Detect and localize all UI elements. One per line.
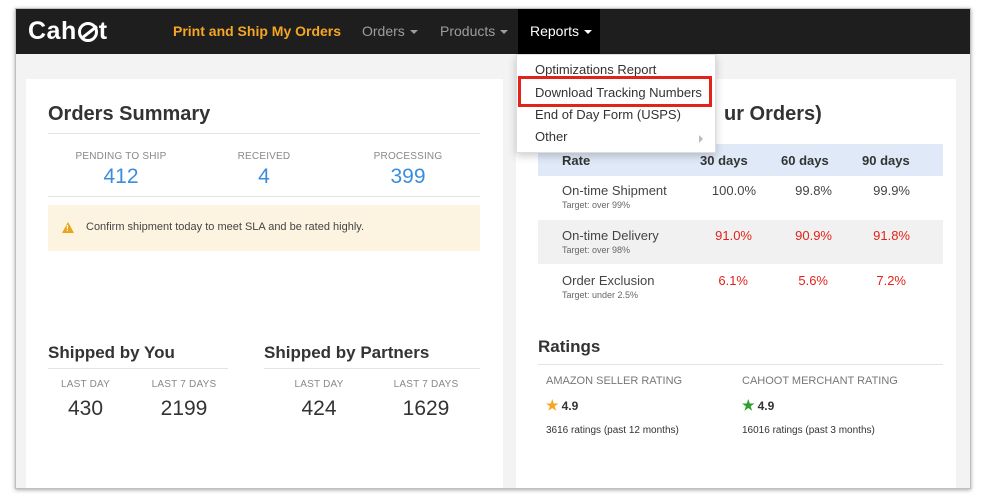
nav-reports[interactable]: Reports [518, 9, 600, 54]
caret-down-icon [500, 30, 509, 35]
stat-value: 424 [301, 397, 337, 420]
divider [48, 133, 480, 134]
stat-value: 399 [390, 165, 426, 188]
amazon-rating-label: AMAZON SELLER RATING [546, 375, 683, 387]
nav-orders-label: Orders [362, 23, 405, 39]
value-cell: 100.0% [711, 183, 756, 198]
value-cell-bad: 6.1% [718, 273, 748, 288]
nav-orders[interactable]: Orders [362, 9, 418, 54]
cahoot-rating-label: CAHOOT MERCHANT RATING [742, 375, 898, 387]
stat-partners-last-day: LAST DAY 424 [279, 379, 359, 421]
value-cell-bad: 5.6% [798, 273, 828, 288]
star-icon: ★ [742, 397, 755, 413]
nav-print-and-ship[interactable]: Print and Ship My Orders [173, 9, 341, 54]
stat-label: LAST 7 DAYS [151, 379, 217, 390]
nav-products[interactable]: Products [440, 9, 509, 54]
caret-down-icon [409, 30, 418, 35]
app-window: Cah t Print and Ship My Orders Orders Pro… [15, 8, 971, 489]
amazon-rating-value: ★ 4.9 [546, 397, 578, 414]
orders-summary-title: Orders Summary [48, 103, 211, 125]
column-header-rate: Rate [562, 153, 591, 168]
column-header-30-days: 30 days [700, 153, 748, 168]
menu-item-end-of-day-form[interactable]: End of Day Form (USPS) [535, 107, 681, 122]
row-target: Target: under 2.5% [562, 290, 639, 300]
divider [48, 196, 480, 197]
value-cell-bad: 90.9% [795, 228, 832, 243]
stat-value: 1629 [402, 397, 450, 420]
stat-label: LAST DAY [294, 379, 344, 390]
stat-value: 4 [258, 165, 270, 188]
sla-alert: ! Confirm shipment today to meet SLA and… [48, 205, 480, 251]
nav-reports-label: Reports [530, 23, 580, 39]
stat-partners-last-7-days: LAST 7 DAYS 1629 [381, 379, 471, 421]
column-header-60-days: 60 days [781, 153, 829, 168]
stat-you-last-day: LAST DAY 430 [48, 379, 123, 421]
cahoot-logo[interactable]: Cah t [28, 15, 108, 47]
orders-summary-card: Orders Summary PENDING TO SHIP 412 RECEI… [26, 79, 503, 488]
divider [48, 368, 228, 369]
value-cell: 99.8% [795, 183, 832, 198]
amazon-rating-count: 3616 ratings (past 12 months) [546, 425, 679, 436]
row-label: On-time Delivery [562, 228, 659, 243]
stat-label: PENDING TO SHIP [75, 151, 167, 162]
stat-label: LAST DAY [60, 379, 111, 390]
star-icon: ★ [546, 397, 559, 413]
cahoot-rating-value: ★ 4.9 [742, 397, 774, 414]
chevron-right-icon [699, 135, 703, 143]
shipped-by-you-title: Shipped by You [48, 343, 175, 362]
divider [264, 368, 480, 369]
warning-icon: ! [62, 222, 74, 233]
stat-value: 412 [103, 165, 139, 188]
value-cell-bad: 91.8% [873, 228, 910, 243]
stat-value: 2199 [160, 397, 208, 420]
stat-label: PROCESSING [373, 151, 443, 162]
stat-you-last-7-days: LAST 7 DAYS 2199 [139, 379, 229, 421]
value-cell-bad: 91.0% [715, 228, 752, 243]
row-label: Order Exclusion [562, 273, 655, 288]
shipped-by-partners-title: Shipped by Partners [264, 343, 430, 362]
performance-title: ur Orders) [724, 103, 822, 125]
row-target: Target: over 99% [562, 200, 631, 210]
rating-number: 4.9 [757, 399, 775, 413]
stat-processing[interactable]: PROCESSING 399 [348, 151, 468, 189]
stat-received[interactable]: RECEIVED 4 [204, 151, 324, 189]
stat-label: LAST 7 DAYS [393, 379, 459, 390]
caret-down-icon [584, 30, 593, 35]
stat-value: 430 [67, 397, 104, 420]
row-target: Target: over 98% [562, 245, 631, 255]
cahoot-rating-count: 16016 ratings (past 3 months) [742, 425, 875, 436]
menu-item-other[interactable]: Other [535, 129, 568, 144]
nav-products-label: Products [440, 23, 496, 39]
value-cell: 99.9% [873, 183, 910, 198]
row-label: On-time Shipment [562, 183, 667, 198]
menu-item-optimizations-report[interactable]: Optimizations Report [535, 62, 656, 77]
top-navbar: Cah t Print and Ship My Orders Orders Pro… [16, 9, 970, 54]
alert-text: Confirm shipment today to meet SLA and b… [86, 221, 365, 233]
stat-pending-to-ship[interactable]: PENDING TO SHIP 412 [61, 151, 181, 189]
divider [538, 364, 943, 365]
rating-number: 4.9 [561, 399, 579, 413]
stat-label: RECEIVED [237, 151, 291, 162]
value-cell-bad: 7.2% [876, 273, 906, 288]
ratings-title: Ratings [538, 337, 601, 356]
column-header-90-days: 90 days [862, 153, 910, 168]
highlight-box [518, 76, 712, 107]
